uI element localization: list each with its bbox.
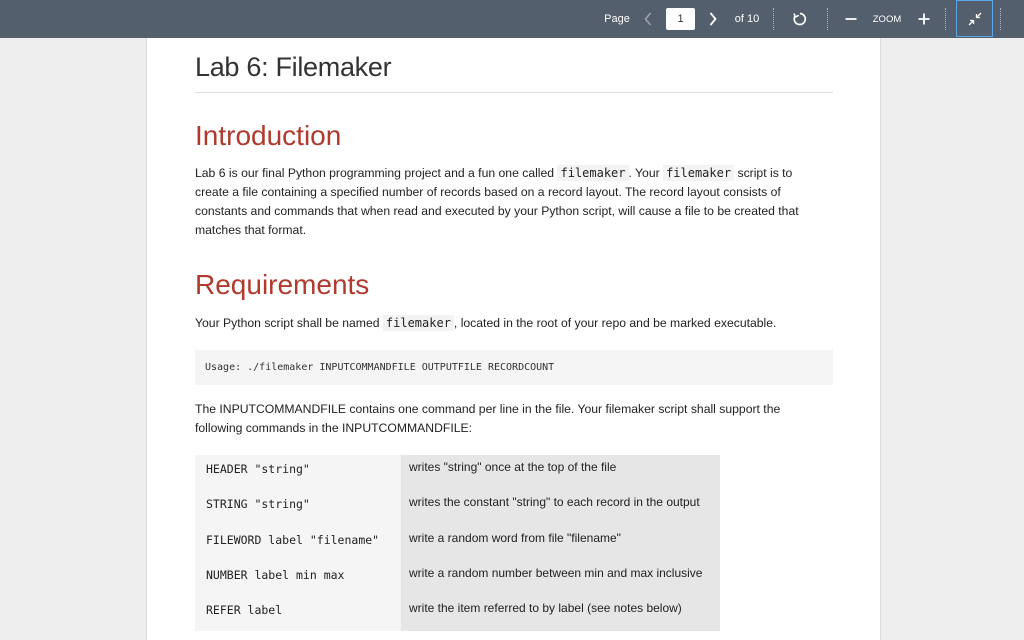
table-row: FILEWORD label "filename" write a random … <box>195 525 720 561</box>
chevron-left-icon <box>644 12 652 26</box>
requirements-text: Your Python script shall be named <box>195 316 383 330</box>
table-row: HEADER "string" writes "string" once at t… <box>195 455 720 491</box>
rotate-button[interactable] <box>790 0 810 38</box>
minus-icon <box>845 18 857 20</box>
rotate-icon <box>793 12 807 26</box>
chevron-right-icon <box>709 12 717 26</box>
toolbar-divider <box>1000 8 1001 30</box>
introduction-heading: Introduction <box>195 120 342 151</box>
command-cell: FILEWORD label "filename" <box>195 525 401 561</box>
next-page-button[interactable] <box>705 0 721 38</box>
intro-text: . Your <box>628 166 664 180</box>
zoom-label: ZOOM <box>872 13 902 25</box>
requirements-text: , located in the root of your repo and b… <box>453 316 777 330</box>
command-cell: NUMBER label min max <box>195 560 401 597</box>
collapse-arrows-icon <box>968 12 981 25</box>
description-cell: write the item referred to by label (see… <box>401 596 720 632</box>
description-cell: writes the constant "string" to each rec… <box>401 490 720 526</box>
inline-code: filemaker <box>557 165 629 181</box>
toolbar-divider <box>773 8 774 30</box>
description-cell: write a random number between min and ma… <box>401 560 720 597</box>
command-cell: HEADER "string" <box>195 455 401 491</box>
toolbar-divider <box>945 8 946 30</box>
document-title: Lab 6: Filemaker <box>195 52 392 82</box>
zoom-in-button[interactable] <box>916 0 932 38</box>
intro-text: Lab 6 is our final Python programming pr… <box>195 166 558 180</box>
description-cell: writes "string" once at the top of the f… <box>401 455 720 491</box>
table-row: STRING "string" writes the constant "stri… <box>195 490 720 526</box>
command-cell: REFER label <box>195 596 401 632</box>
inline-code: filemaker <box>663 165 735 181</box>
viewer-toolbar: Page 1 of 10 ZOOM <box>0 0 1024 38</box>
inline-code: filemaker <box>382 315 454 331</box>
requirements-paragraph: Your Python script shall be named filema… <box>195 314 825 333</box>
toolbar-divider <box>827 8 828 30</box>
page-count: of 10 <box>734 13 760 25</box>
fit-to-page-button[interactable] <box>956 0 993 37</box>
table-row: NUMBER label min max write a random numbe… <box>195 560 720 597</box>
previous-page-button[interactable] <box>640 0 656 38</box>
plus-icon <box>918 13 930 25</box>
description-cell: write a random word from file "filename" <box>401 525 720 561</box>
document-page: Lab 6: Filemaker Introduction Lab 6 is o… <box>146 38 881 640</box>
commands-table: HEADER "string" writes "string" once at t… <box>195 455 720 632</box>
table-row: REFER label write the item referred to by… <box>195 596 720 632</box>
usage-code-block: Usage: ./filemaker INPUTCOMMANDFILE OUTP… <box>195 350 833 385</box>
page-number-input[interactable]: 1 <box>666 8 695 30</box>
zoom-out-button[interactable] <box>843 0 859 38</box>
title-divider <box>195 92 833 93</box>
command-cell: STRING "string" <box>195 490 401 526</box>
commands-paragraph: The INPUTCOMMANDFILE contains one comman… <box>195 402 781 435</box>
page-label: Page <box>604 13 630 25</box>
requirements-heading: Requirements <box>195 269 370 300</box>
introduction-paragraph: Lab 6 is our final Python programming pr… <box>195 164 825 240</box>
